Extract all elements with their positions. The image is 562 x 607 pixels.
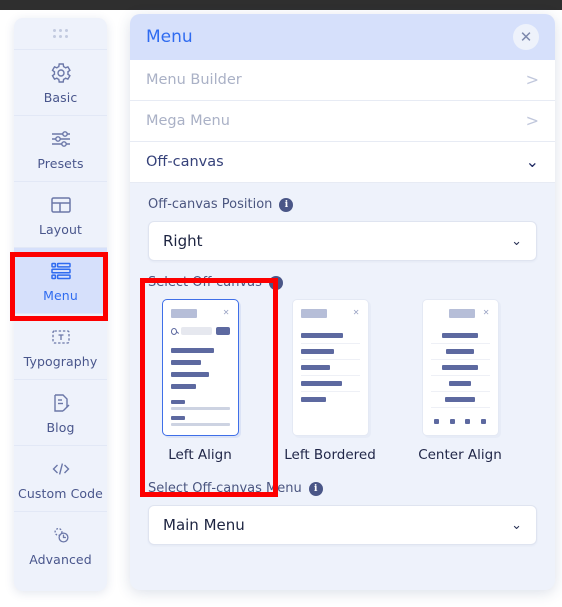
browser-chrome-strip: [0, 0, 562, 10]
screen: Basic Presets Layout Menu Typography Blo…: [0, 0, 562, 607]
chevron-right-icon: >: [525, 111, 539, 130]
document-edit-icon: [53, 393, 69, 412]
off-canvas-position-label: Off-canvas Position i: [148, 197, 537, 212]
sidebar-item-custom-code[interactable]: Custom Code: [14, 446, 107, 512]
option-label: Center Align: [418, 447, 502, 463]
sliders-icon: [51, 130, 70, 147]
sidebar-item-advanced[interactable]: Advanced: [14, 512, 107, 578]
chevron-down-icon: ⌄: [525, 152, 539, 171]
sidebar-item-label: Typography: [23, 353, 98, 369]
code-brackets-icon: [52, 462, 69, 475]
off-canvas-position-select[interactable]: Right ⌄: [148, 221, 537, 261]
sidebar-item-typography[interactable]: Typography: [14, 314, 107, 380]
sidebar-item-label: Advanced: [29, 552, 92, 567]
close-icon: ✕: [222, 308, 230, 317]
logo-placeholder-icon: [170, 309, 197, 318]
gear-icon: [51, 62, 71, 83]
close-icon[interactable]: ✕: [513, 24, 539, 50]
search-icon: [170, 327, 177, 335]
select-value: Right: [163, 232, 203, 250]
accordion-label: Off-canvas: [146, 154, 224, 170]
logo-placeholder-icon: [300, 309, 327, 318]
drag-handle-dots-icon: [53, 29, 68, 38]
chevron-down-icon: ⌄: [511, 517, 522, 533]
left-align-preview: ✕: [161, 299, 239, 436]
menu-settings-panel: Menu ✕ Menu Builder > Mega Menu > Off-ca…: [130, 14, 555, 590]
accordion-off-canvas[interactable]: Off-canvas ⌄: [130, 142, 555, 183]
field-label-text: Off-canvas Position: [148, 197, 273, 212]
preview-menu-items: [430, 328, 490, 429]
sidebar-item-label: Menu: [43, 287, 78, 303]
advanced-gear-icon: [53, 527, 69, 543]
sidebar-item-label: Blog: [46, 419, 75, 435]
sidebar-item-basic[interactable]: Basic: [14, 50, 107, 116]
chevron-down-icon: ⌄: [511, 233, 522, 249]
off-canvas-settings-body: Off-canvas Position i Right ⌄ Select Off…: [130, 183, 555, 545]
off-canvas-style-options: ✕ Left Align ✕ Left Bordered ✕ Center Al…: [148, 299, 537, 463]
field-label-text: Select Off-canvas: [148, 275, 262, 290]
preview-search-row: [170, 327, 230, 335]
search-input-placeholder: [180, 327, 213, 335]
sidebar-item-menu[interactable]: Menu: [14, 248, 107, 314]
accordion-mega-menu[interactable]: Mega Menu >: [130, 101, 555, 142]
sidebar-item-label: Presets: [37, 155, 84, 171]
preview-menu-items: [300, 328, 360, 407]
preview-header: ✕: [431, 309, 490, 318]
preview-footer: [170, 400, 230, 426]
option-label: Left Bordered: [284, 447, 376, 463]
close-icon: ✕: [352, 308, 360, 317]
preview-header: ✕: [170, 308, 230, 318]
menu-list-icon: [50, 262, 71, 279]
off-canvas-option-left-align[interactable]: ✕ Left Align: [148, 299, 252, 463]
sidebar-item-layout[interactable]: Layout: [14, 182, 107, 248]
off-canvas-menu-select[interactable]: Main Menu ⌄: [148, 505, 537, 545]
select-value: Main Menu: [163, 516, 245, 534]
sidebar-item-blog[interactable]: Blog: [14, 380, 107, 446]
select-off-canvas-menu-label: Select Off-canvas Menu i: [148, 481, 537, 496]
sidebar-item-label: Basic: [43, 89, 78, 105]
preview-social-dots: [431, 413, 490, 424]
info-icon[interactable]: i: [308, 481, 323, 496]
sidebar-item-label: Layout: [38, 221, 83, 237]
search-button-placeholder: [216, 327, 230, 335]
sidebar-drag-handle[interactable]: [14, 18, 107, 50]
left-icon-sidebar: Basic Presets Layout Menu Typography Blo…: [14, 18, 107, 591]
text-box-icon: [51, 329, 70, 344]
off-canvas-option-left-bordered[interactable]: ✕ Left Bordered: [278, 299, 382, 463]
preview-header: ✕: [300, 308, 360, 318]
preview-menu-items: [170, 348, 230, 389]
option-label: Left Align: [168, 447, 232, 463]
sidebar-item-label: Custom Code: [18, 485, 103, 501]
select-off-canvas-label: Select Off-canvas i: [148, 275, 537, 290]
layout-icon: [50, 196, 71, 213]
off-canvas-option-center-align[interactable]: ✕ Center Align: [408, 299, 512, 463]
chevron-right-icon: >: [525, 70, 539, 89]
accordion-menu-builder[interactable]: Menu Builder >: [130, 60, 555, 101]
left-bordered-preview: ✕: [291, 299, 369, 436]
info-icon[interactable]: i: [279, 197, 294, 212]
sidebar-item-presets[interactable]: Presets: [14, 116, 107, 182]
panel-header: Menu ✕: [130, 14, 555, 60]
info-icon[interactable]: i: [268, 275, 283, 290]
accordion-label: Menu Builder: [146, 72, 242, 88]
center-align-preview: ✕: [421, 299, 499, 436]
page-title: Menu: [146, 27, 193, 47]
field-label-text: Select Off-canvas Menu: [148, 481, 302, 496]
close-icon: ✕: [482, 308, 490, 317]
logo-placeholder-icon: [448, 309, 475, 318]
accordion-label: Mega Menu: [146, 113, 230, 129]
